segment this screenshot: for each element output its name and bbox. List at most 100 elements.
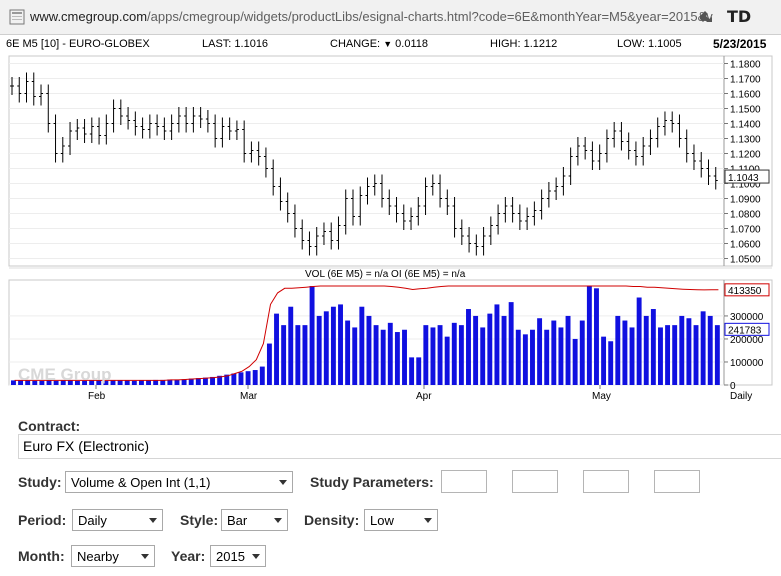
study-param-input-2[interactable] <box>512 470 558 493</box>
price-tick-label: 1.1600 <box>730 90 761 101</box>
volume-bar <box>636 297 642 385</box>
period-select[interactable]: Daily <box>72 509 163 531</box>
volume-bar <box>537 318 543 385</box>
chevron-down-icon <box>149 518 157 523</box>
volume-bar <box>352 327 358 385</box>
month-label: Month: <box>18 548 65 564</box>
chart-high: HIGH: 1.1212 <box>490 38 558 50</box>
style-select[interactable]: Bar <box>221 509 288 531</box>
volume-bar <box>338 304 343 385</box>
period-label: Period: <box>18 512 67 528</box>
volume-bar <box>544 329 550 385</box>
density-label: Density: <box>304 512 360 528</box>
price-tick-label: 1.0700 <box>730 225 761 236</box>
density-value: Low <box>370 513 394 528</box>
price-tick-label: 1.1300 <box>730 135 761 146</box>
volume-bar <box>615 315 621 385</box>
volume-tick-label: 200000 <box>730 335 764 346</box>
study-param-input-3[interactable] <box>583 470 629 493</box>
chart-last: LAST: 1.1016 <box>202 38 269 50</box>
volume-bar <box>402 329 407 385</box>
volume-bar <box>665 325 671 385</box>
volume-bar <box>693 325 699 385</box>
chevron-down-icon <box>252 554 260 559</box>
volume-bar <box>295 325 301 385</box>
page-globe-icon <box>9 9 25 25</box>
volume-bar <box>309 286 315 385</box>
price-tick-label: 1.1200 <box>730 150 761 161</box>
chevron-down-icon <box>279 480 287 485</box>
volume-bar <box>266 343 272 385</box>
x-tick-label: May <box>592 391 611 402</box>
volume-bar <box>380 329 386 385</box>
volume-bar <box>522 334 528 385</box>
price-tick-label: 1.0900 <box>730 195 761 206</box>
study-value: Volume & Open Int (1,1) <box>71 475 211 490</box>
price-tick-label: 1.1500 <box>730 105 761 116</box>
volume-bar <box>530 329 535 385</box>
volume-bar <box>700 311 706 385</box>
volume-bar <box>11 380 16 385</box>
chart-watermark: CME Group <box>18 365 112 384</box>
chart-change: CHANGE: ▼ 0.0118 <box>330 38 428 52</box>
price-chart[interactable]: 1.1800 1.1700 1.1600 1.1500 1.1400 1.1300 1.12… <box>0 52 781 407</box>
volume-bar <box>622 320 628 385</box>
volume-bar <box>146 380 151 385</box>
volume-bar <box>480 327 486 385</box>
volume-bar <box>558 327 564 385</box>
price-tick-label: 1.0500 <box>730 255 761 266</box>
volume-bar <box>551 320 557 385</box>
price-tick-label: 1.0600 <box>730 240 761 251</box>
volume-bar <box>316 315 322 385</box>
td-icon[interactable]: TD <box>727 7 751 27</box>
price-tick-label: 1.0800 <box>730 210 761 221</box>
style-value: Bar <box>227 513 248 528</box>
puzzle-icon[interactable] <box>697 8 715 26</box>
volume-bar <box>594 288 599 385</box>
volume-bar <box>416 357 422 385</box>
month-value: Nearby <box>77 549 119 564</box>
volume-bar <box>423 325 429 385</box>
volume-bar <box>288 306 294 385</box>
volume-bar <box>572 338 578 385</box>
volume-bar <box>515 329 521 385</box>
volume-bar <box>366 315 372 385</box>
volume-bar <box>394 332 400 385</box>
chart-date: 5/23/2015 <box>713 37 767 51</box>
volume-bar <box>707 315 713 385</box>
density-select[interactable]: Low <box>364 509 438 531</box>
price-tick-label: 1.1800 <box>730 60 761 71</box>
year-label: Year: <box>171 548 206 564</box>
style-label: Style: <box>180 512 219 528</box>
address-bar[interactable]: www.cmegroup.com/apps/cmegroup/widgets/p… <box>0 0 781 35</box>
url-host: www.cmegroup.com <box>30 9 148 24</box>
volume-bar <box>323 311 329 385</box>
year-select[interactable]: 2015 <box>210 545 266 567</box>
x-tick-label: Mar <box>240 391 258 402</box>
volume-bar <box>565 315 571 385</box>
volume-bar <box>245 371 251 385</box>
volume-bar <box>586 286 592 385</box>
volume-bar <box>124 380 130 385</box>
volume-bar <box>131 380 137 385</box>
volume-bar <box>359 306 365 385</box>
study-param-input-4[interactable] <box>654 470 700 493</box>
volume-bar <box>658 327 663 385</box>
volume-title: VOL (6E M5) = n/a OI (6E M5) = n/a <box>305 269 466 280</box>
volume-bar <box>387 322 393 385</box>
volume-bar <box>473 315 479 385</box>
study-select[interactable]: Volume & Open Int (1,1) <box>65 471 293 493</box>
contract-field[interactable]: Euro FX (Electronic) <box>18 434 781 459</box>
chart-svg[interactable]: 1.1800 1.1700 1.1600 1.1500 1.1400 1.1300 1.12… <box>0 52 781 407</box>
url-text[interactable]: www.cmegroup.com/apps/cmegroup/widgets/p… <box>30 9 713 24</box>
volume-bar <box>437 325 443 385</box>
volume-bar <box>494 304 500 385</box>
study-param-input-1[interactable] <box>441 470 487 493</box>
volume-bar <box>302 325 308 385</box>
volume-bar <box>430 327 436 385</box>
url-path: /apps/cmegroup/widgets/productLibs/esign… <box>147 9 713 24</box>
month-select[interactable]: Nearby <box>71 545 155 567</box>
volume-bar <box>458 325 464 385</box>
volume-bar <box>259 366 265 385</box>
year-value: 2015 <box>216 549 245 564</box>
